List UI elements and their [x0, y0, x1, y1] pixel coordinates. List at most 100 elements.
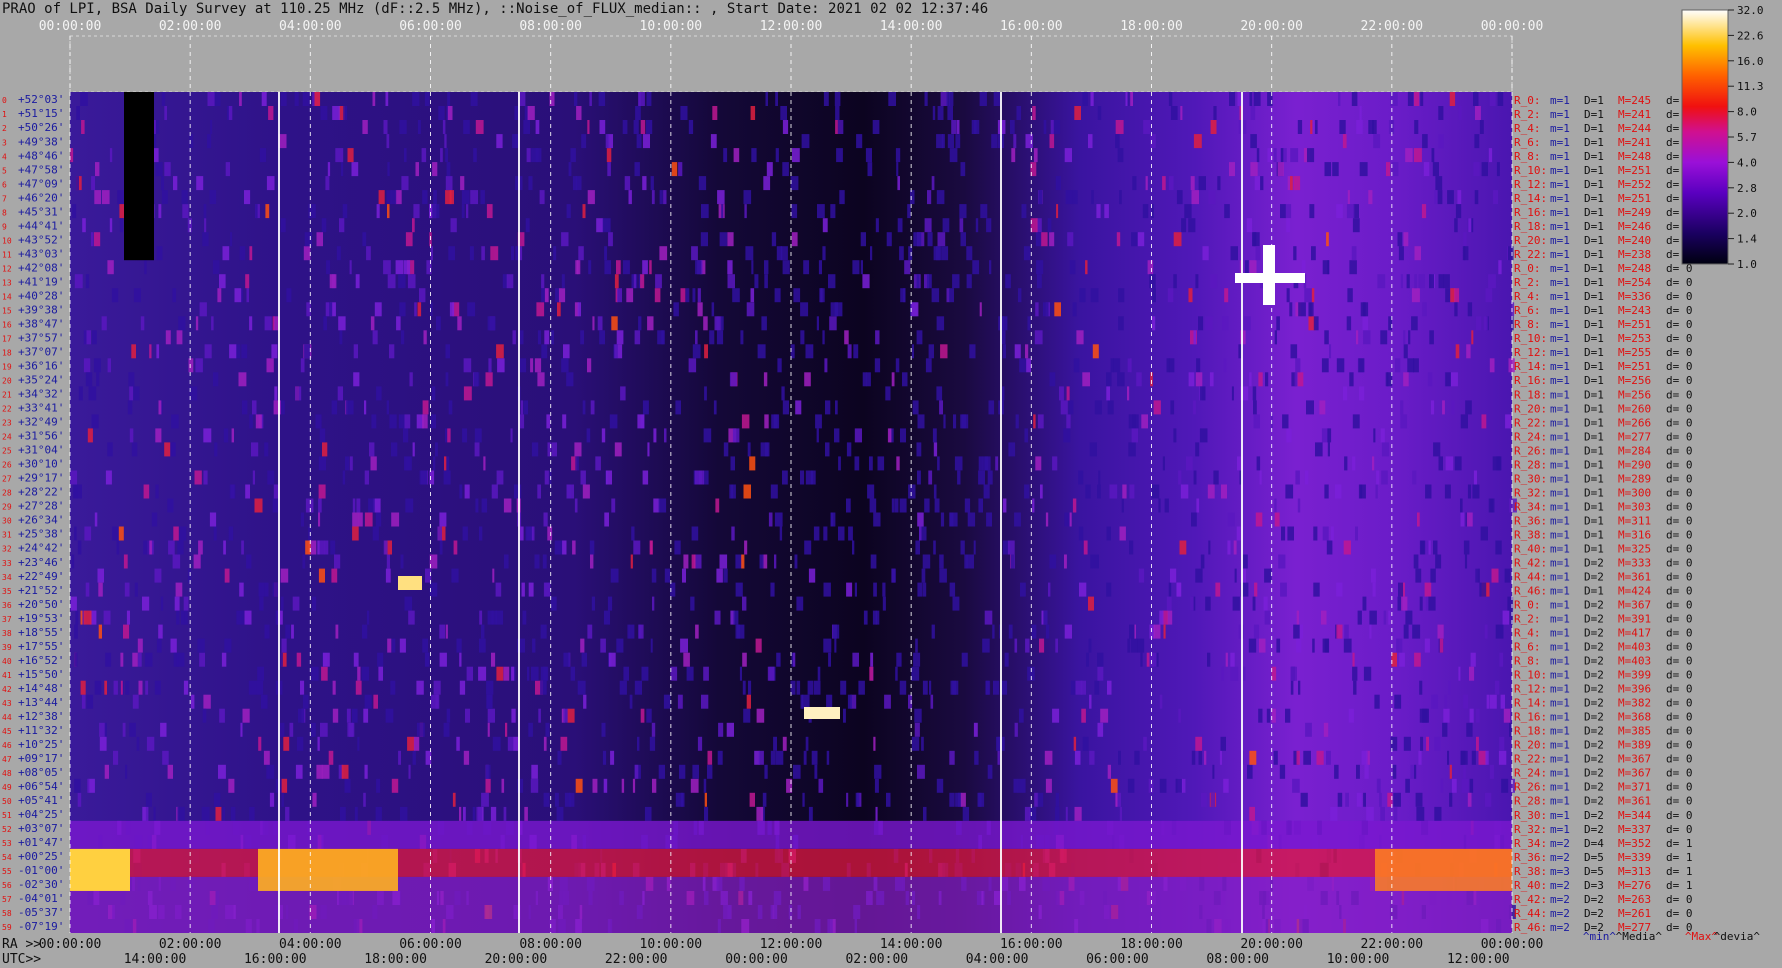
row-deviation-value: d= 0 [1666, 627, 1693, 640]
beam-index-label: 19 [2, 363, 12, 372]
row-median-value: D=2 [1584, 556, 1604, 569]
row-beam-label: R_36: [1514, 514, 1547, 527]
row-min-value: m=2 [1550, 837, 1570, 850]
row-beam-label: R_6: [1514, 641, 1541, 654]
row-median-value: D=1 [1584, 276, 1604, 289]
row-min-value: m=1 [1550, 795, 1570, 808]
colorbar-tick-label: 1.4 [1737, 233, 1757, 246]
row-max-value: M=368 [1618, 711, 1651, 724]
row-min-value: m=1 [1550, 570, 1570, 583]
declination-label: +31°56' [18, 430, 64, 443]
row-median-value: D=2 [1584, 711, 1604, 724]
row-beam-label: R_28: [1514, 795, 1547, 808]
row-min-value: m=1 [1550, 669, 1570, 682]
row-median-value: D=1 [1584, 94, 1604, 107]
row-beam-label: R_6: [1514, 136, 1541, 149]
row-min-value: m=1 [1550, 430, 1570, 443]
row-min-value: m=1 [1550, 599, 1570, 612]
beam-index-label: 26 [2, 461, 12, 470]
row-min-value: m=1 [1550, 809, 1570, 822]
row-min-value: m=1 [1550, 823, 1570, 836]
ra-tick-label: 00:00:00 [1481, 937, 1544, 952]
row-max-value: M=325 [1618, 542, 1651, 555]
beam-index-label: 23 [2, 419, 12, 428]
row-deviation-value: d= [1666, 220, 1680, 233]
row-beam-label: R_16: [1514, 711, 1547, 724]
row-deviation-value: d= 0 [1666, 388, 1693, 401]
row-beam-label: R_44: [1514, 907, 1547, 920]
row-max-value: M=361 [1618, 795, 1651, 808]
row-beam-label: R_42: [1514, 556, 1547, 569]
colorbar-tick-label: 5.7 [1737, 131, 1757, 144]
row-deviation-value: d= 0 [1666, 809, 1693, 822]
row-deviation-value: d= 0 [1666, 641, 1693, 654]
row-beam-label: R_20: [1514, 234, 1547, 247]
declination-label: +22°49' [18, 570, 64, 583]
row-max-value: M=300 [1618, 486, 1651, 499]
row-min-value: m=1 [1550, 416, 1570, 429]
row-median-value: D=5 [1584, 865, 1604, 878]
beam-index-label: 22 [2, 405, 12, 414]
row-deviation-value: d= 0 [1666, 584, 1693, 597]
declination-label: +28°22' [18, 486, 64, 499]
declination-label: +37°07' [18, 346, 64, 359]
declination-label: +48°46' [18, 149, 64, 162]
utc-tick-label: 22:00:00 [605, 952, 668, 967]
row-beam-label: R_6: [1514, 304, 1541, 317]
row-median-value: D=2 [1584, 613, 1604, 626]
row-deviation-value: d= 0 [1666, 290, 1693, 303]
beam-index-label: 35 [2, 587, 12, 596]
beam-index-label: 45 [2, 727, 12, 736]
row-max-value: M=316 [1618, 528, 1651, 541]
beam-index-label: 52 [2, 825, 12, 834]
declination-label: +33°41' [18, 402, 64, 415]
row-deviation-value: d= 0 [1666, 304, 1693, 317]
declination-label: -07°19' [18, 920, 64, 933]
row-median-value: D=1 [1584, 122, 1604, 135]
row-min-value: m=1 [1550, 402, 1570, 415]
row-deviation-value: d= 0 [1666, 711, 1693, 724]
row-max-value: M=424 [1618, 584, 1651, 597]
ra-tick-label: 06:00:00 [399, 937, 462, 952]
row-min-value: m=1 [1550, 739, 1570, 752]
declination-label: +29°17' [18, 472, 64, 485]
row-median-value: D=1 [1584, 374, 1604, 387]
row-max-value: M=284 [1618, 444, 1651, 457]
declination-label: +03°07' [18, 822, 64, 835]
row-beam-label: R_22: [1514, 416, 1547, 429]
row-beam-label: R_10: [1514, 669, 1547, 682]
declination-label: +38°47' [18, 317, 64, 330]
top-tick-label: 02:00:00 [159, 19, 222, 34]
row-max-value: M=313 [1618, 865, 1651, 878]
colorbar-tick-label: 16.0 [1737, 55, 1764, 68]
beam-index-label: 36 [2, 601, 12, 610]
top-tick-label: 12:00:00 [760, 19, 823, 34]
row-median-value: D=1 [1584, 164, 1604, 177]
beam-index-label: 58 [2, 909, 12, 918]
row-median-value: D=1 [1584, 430, 1604, 443]
beam-index-label: 4 [2, 152, 7, 161]
ra-tick-label: 22:00:00 [1361, 937, 1424, 952]
row-min-value: m=1 [1550, 318, 1570, 331]
row-median-value: D=2 [1584, 655, 1604, 668]
row-deviation-value: d= 0 [1666, 542, 1693, 555]
row-max-value: M=333 [1618, 556, 1651, 569]
row-min-value: m=1 [1550, 613, 1570, 626]
row-median-value: D=1 [1584, 514, 1604, 527]
declination-label: +41°19' [18, 275, 64, 288]
row-median-value: D=1 [1584, 304, 1604, 317]
beam-index-label: 5 [2, 166, 7, 175]
row-deviation-value: d= 0 [1666, 444, 1693, 457]
row-deviation-value: d= 0 [1666, 683, 1693, 696]
top-tick-label: 06:00:00 [399, 19, 462, 34]
row-min-value: m=1 [1550, 641, 1570, 654]
row-beam-label: R_12: [1514, 178, 1547, 191]
row-deviation-value: d= 0 [1666, 613, 1693, 626]
declination-label: +26°34' [18, 514, 64, 527]
row-deviation-value: d= 0 [1666, 795, 1693, 808]
declination-label: +52°03' [18, 93, 64, 106]
beam-index-label: 42 [2, 685, 12, 694]
row-deviation-value: d= 0 [1666, 556, 1693, 569]
row-beam-label: R_20: [1514, 739, 1547, 752]
row-max-value: M=256 [1618, 388, 1651, 401]
